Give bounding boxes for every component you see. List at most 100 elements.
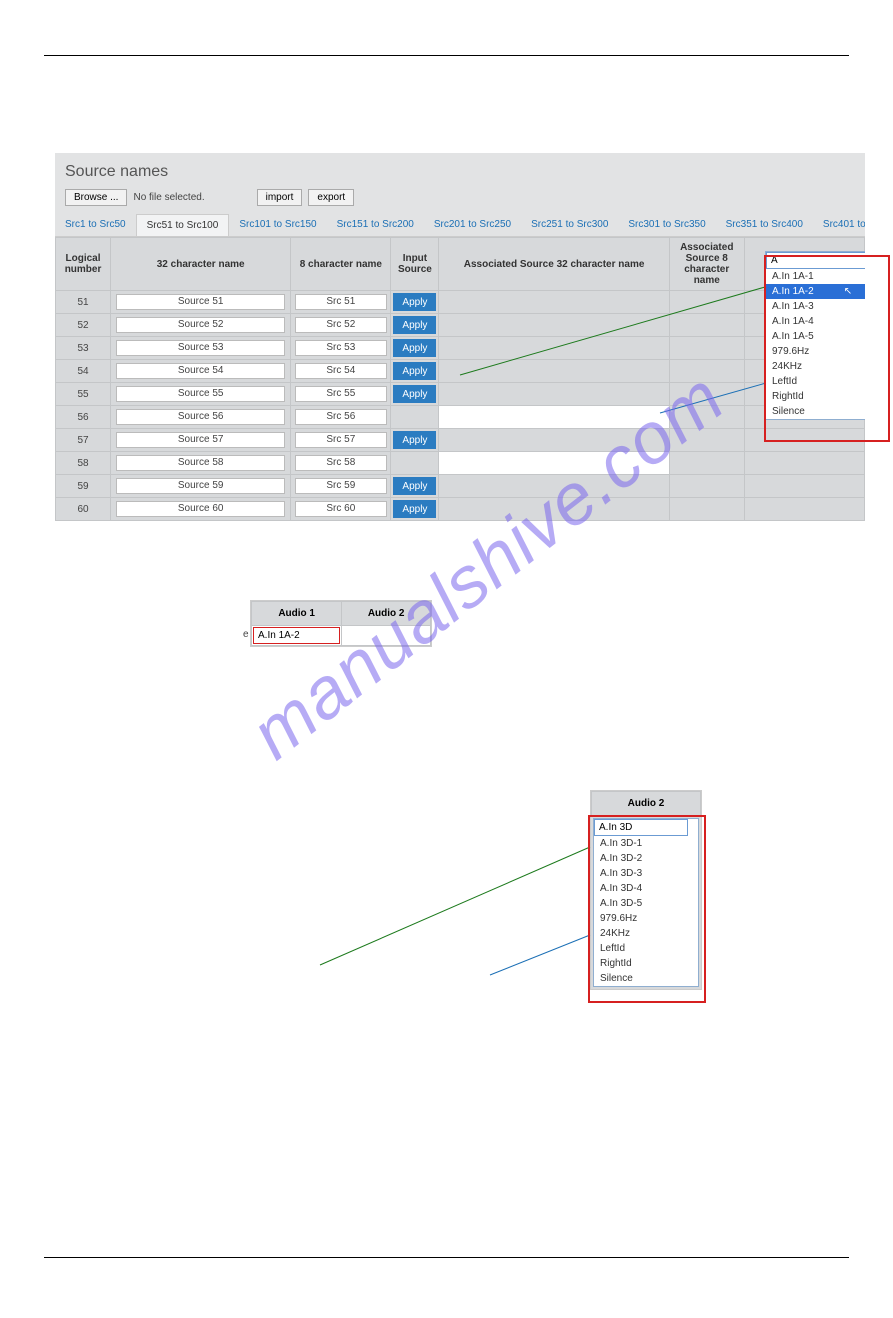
dropdown-option[interactable]: Silence [594,971,698,986]
dropdown-option[interactable]: Silence [766,404,865,419]
cell-32name[interactable]: Source 55 [116,386,284,402]
tab-src1-50[interactable]: Src1 to Src50 [55,214,136,236]
dropdown-search-input[interactable] [766,252,865,269]
snippet-audio-selected: Audio 1 Audio 2 A.In 1A-2 e [250,600,432,647]
cell-assoc32[interactable] [439,475,669,498]
cell-assoc8[interactable] [669,360,744,383]
apply-button[interactable]: Apply [393,362,436,380]
cell-assoc8[interactable] [669,429,744,452]
tab-src351-400[interactable]: Src351 to Src400 [716,214,813,236]
dropdown-option[interactable]: A.In 1A-3 [766,299,865,314]
range-tabs: Src1 to Src50 Src51 to Src100 Src101 to … [55,214,865,237]
cell-32name[interactable]: Source 54 [116,363,284,379]
cell-assoc8[interactable] [669,475,744,498]
audio1-dropdown[interactable]: A.In 1A-1A.In 1A-2↖A.In 1A-3A.In 1A-4A.I… [765,251,865,420]
cell-assoc32[interactable] [439,452,669,475]
dropdown-option[interactable]: 24KHz [594,926,698,941]
import-button[interactable]: import [257,189,303,206]
cell-8name[interactable]: Src 57 [295,432,387,448]
cell-assoc32[interactable] [439,383,669,406]
dropdown-option[interactable]: A.In 1A-5 [766,329,865,344]
col-32name: 32 character name [111,238,291,291]
apply-button[interactable]: Apply [393,431,436,449]
cell-32name[interactable]: Source 53 [116,340,284,356]
cell-32name[interactable]: Source 59 [116,478,284,494]
cell-logical: 56 [56,406,111,429]
panel-title: Source names [55,159,865,187]
cell-audio1[interactable] [744,429,864,452]
cell-8name[interactable]: Src 54 [295,363,387,379]
cell-assoc8[interactable] [669,337,744,360]
cell-assoc8[interactable] [669,291,744,314]
apply-button[interactable]: Apply [393,500,436,518]
dropdown-option[interactable]: A.In 1A-1 [766,269,865,284]
col-8name: 8 character name [291,238,391,291]
cell-32name[interactable]: Source 52 [116,317,284,333]
cell-assoc8[interactable] [669,452,744,475]
dropdown2-search-input[interactable] [594,819,688,836]
snippet1-cell-audio2[interactable] [342,626,431,646]
dropdown-option[interactable]: 24KHz [766,359,865,374]
export-button[interactable]: export [308,189,354,206]
tab-src201-250[interactable]: Src201 to Src250 [424,214,521,236]
audio2-dropdown[interactable]: A.In 3D-1A.In 3D-2A.In 3D-3A.In 3D-4A.In… [593,818,699,987]
tab-src301-350[interactable]: Src301 to Src350 [618,214,715,236]
cell-assoc32[interactable] [439,429,669,452]
cell-assoc8[interactable] [669,314,744,337]
dropdown-option[interactable]: A.In 3D-4 [594,881,698,896]
apply-button[interactable]: Apply [393,316,436,334]
cell-assoc32[interactable] [439,314,669,337]
dropdown-option[interactable]: 979.6Hz [766,344,865,359]
cell-assoc32[interactable] [439,337,669,360]
dropdown-option[interactable]: A.In 3D-1 [594,836,698,851]
cell-audio1[interactable] [744,475,864,498]
cell-8name[interactable]: Src 51 [295,294,387,310]
cursor-icon: ↖ [844,286,852,297]
tab-src251-300[interactable]: Src251 to Src300 [521,214,618,236]
cell-8name[interactable]: Src 58 [295,455,387,471]
dropdown-option[interactable]: A.In 1A-2↖ [766,284,865,299]
cell-32name[interactable]: Source 60 [116,501,284,517]
cell-8name[interactable]: Src 60 [295,501,387,517]
cell-assoc32[interactable] [439,360,669,383]
cell-assoc32[interactable] [439,291,669,314]
apply-button[interactable]: Apply [393,339,436,357]
apply-button[interactable]: Apply [393,385,436,403]
dropdown-option[interactable]: LeftId [766,374,865,389]
cell-8name[interactable]: Src 53 [295,340,387,356]
dropdown-option[interactable]: RightId [594,956,698,971]
cell-assoc8[interactable] [669,406,744,429]
cell-assoc8[interactable] [669,383,744,406]
cell-32name[interactable]: Source 58 [116,455,284,471]
cell-logical: 58 [56,452,111,475]
cell-8name[interactable]: Src 59 [295,478,387,494]
tab-src101-150[interactable]: Src101 to Src150 [229,214,326,236]
snippet1-cell-audio1[interactable]: A.In 1A-2 [253,627,340,644]
cell-assoc8[interactable] [669,498,744,521]
tab-src401-450[interactable]: Src401 to Src450 [813,214,865,236]
dropdown-option[interactable]: A.In 1A-4 [766,314,865,329]
dropdown-option[interactable]: LeftId [594,941,698,956]
dropdown-option[interactable]: 979.6Hz [594,911,698,926]
tab-src151-200[interactable]: Src151 to Src200 [327,214,424,236]
cell-assoc32[interactable] [439,498,669,521]
browse-button[interactable]: Browse ... [65,189,127,206]
col-logical: Logical number [56,238,111,291]
apply-button[interactable]: Apply [393,477,436,495]
cell-assoc32[interactable] [439,406,669,429]
dropdown-option[interactable]: A.In 3D-2 [594,851,698,866]
tab-src51-100[interactable]: Src51 to Src100 [136,214,230,236]
cell-32name[interactable]: Source 57 [116,432,284,448]
dropdown-option[interactable]: RightId [766,389,865,404]
cell-audio1[interactable] [744,498,864,521]
table-row: 59Source 59Src 59Apply [56,475,865,498]
cell-32name[interactable]: Source 51 [116,294,284,310]
dropdown-option[interactable]: A.In 3D-5 [594,896,698,911]
cell-audio1[interactable] [744,452,864,475]
dropdown-option[interactable]: A.In 3D-3 [594,866,698,881]
cell-8name[interactable]: Src 52 [295,317,387,333]
apply-button[interactable]: Apply [393,293,436,311]
cell-32name[interactable]: Source 56 [116,409,284,425]
cell-8name[interactable]: Src 55 [295,386,387,402]
cell-8name[interactable]: Src 56 [295,409,387,425]
